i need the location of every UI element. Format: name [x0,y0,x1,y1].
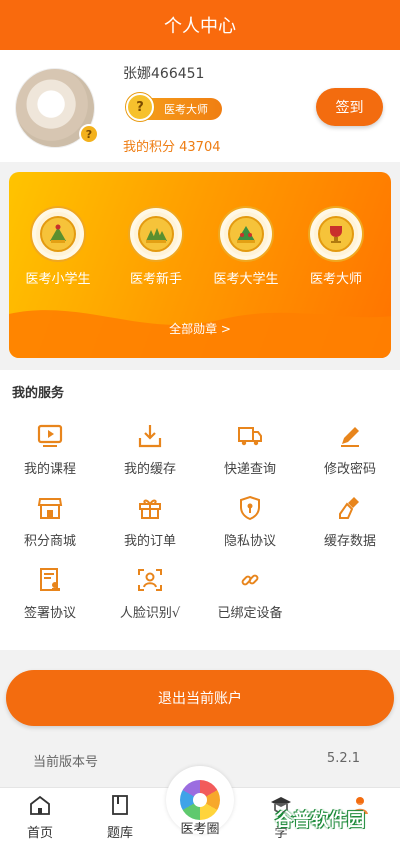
medal-label: 医考小学生 [25,272,91,287]
all-medals-link[interactable]: 全部勋章 > [9,320,391,337]
face-scan-icon [136,566,164,594]
medal-item[interactable]: 医考大学生 [201,208,291,287]
medal-label: 医考大学生 [213,272,279,287]
broom-icon [336,494,364,522]
medal-item[interactable]: 医考小学生 [13,208,103,287]
page-title: 个人中心 [164,16,236,37]
service-my-courses[interactable]: 我的课程 [0,422,100,477]
service-clear-cache[interactable]: 缓存数据 [300,494,400,549]
medal-label: 医考新手 [129,272,182,287]
gift-icon [136,494,164,522]
flower-icon [180,780,220,820]
service-points-mall[interactable]: 积分商城 [0,494,100,549]
medal-trophy-icon [138,216,174,252]
medal-cup-icon [318,216,354,252]
service-privacy-policy[interactable]: 隐私协议 [200,494,300,549]
medal-label: 医考大师 [309,272,362,287]
points-text[interactable]: 我的积分 43704 [123,136,221,155]
download-icon [136,422,164,450]
medal-wave-decoration [9,310,391,358]
username: 张娜466451 [123,66,205,82]
service-change-password[interactable]: 修改密码 [300,422,400,477]
version-label: 当前版本号 [33,755,99,770]
avatar-rank-badge: ? [79,124,99,144]
shield-icon [236,494,264,522]
service-face-recognition[interactable]: 人脸识别√ [100,566,200,621]
shop-icon [36,494,64,522]
medal-card: 医考小学生 医考新手 医考大学生 医考大师 全部勋章 > [9,172,391,358]
tab-question-bank[interactable]: 题库 [85,794,155,841]
profile-card: ? 张娜466451 ? 医考大师 我的积分 43704 签到 [0,50,400,162]
top-header: 个人中心 [0,0,400,50]
tab-home[interactable]: 首页 [5,794,75,841]
contract-icon [36,566,64,594]
rank-coin-icon: ? [126,93,154,121]
service-sign-agreement[interactable]: 签署协议 [0,566,100,621]
watermark: 谷普软件园 [275,810,365,831]
medal-trophy-icon [228,216,264,252]
home-icon [30,795,50,815]
medal-item[interactable]: 医考大师 [291,208,381,287]
service-my-cache[interactable]: 我的缓存 [100,422,200,477]
rank-label: 医考大师 [164,103,208,116]
link-icon [236,566,264,594]
logout-button[interactable]: 退出当前账户 [6,670,394,726]
services-title: 我的服务 [12,386,65,401]
version-value: 5.2.1 [326,751,360,766]
tab-medical-circle-label: 医考圈 [180,822,220,837]
services-panel: 我的服务 我的课程 我的缓存 快递查询 修改密码 积分商城 我的订单 隐私协议 … [0,370,400,650]
medal-item[interactable]: 医考新手 [111,208,201,287]
sign-in-button[interactable]: 签到 [316,88,383,126]
book-icon [112,795,128,815]
medal-trophy-icon [40,216,76,252]
service-express-tracking[interactable]: 快递查询 [200,422,300,477]
truck-icon [236,422,264,450]
pencil-icon [336,422,364,450]
service-my-orders[interactable]: 我的订单 [100,494,200,549]
video-icon [36,422,64,450]
service-bound-devices[interactable]: 已绑定设备 [200,566,300,621]
